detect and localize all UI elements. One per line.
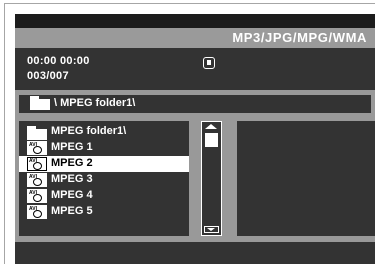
list-item-label: MPEG 5 <box>51 205 93 217</box>
mode-strip: MP3/JPG/MPG/WMA <box>15 28 375 48</box>
list-item[interactable]: AVI MPEG 3 <box>19 172 189 188</box>
mode-title: MP3/JPG/MPG/WMA <box>232 30 367 45</box>
avi-file-icon: AVI <box>27 189 47 203</box>
disc-glyph <box>33 162 42 170</box>
osd-screen: MP3/JPG/MPG/WMA 00:00 00:00 003/007 \ MP… <box>15 14 375 264</box>
avi-file-icon: AVI <box>27 141 47 155</box>
bottom-bar <box>15 242 375 264</box>
list-item[interactable]: AVI MPEG 5 <box>19 204 189 220</box>
list-item[interactable]: AVI MPEG 1 <box>19 140 189 156</box>
disc-glyph <box>33 178 42 186</box>
list-item-label: MPEG 3 <box>51 173 93 185</box>
disc-glyph <box>33 210 42 218</box>
avi-file-icon: AVI <box>27 173 47 187</box>
path-label: \ MPEG folder1\ <box>54 97 136 109</box>
list-item-selected[interactable]: AVI MPEG 2 <box>19 156 189 172</box>
list-scrollbar[interactable] <box>201 121 222 236</box>
elapsed-time: 00:00 00:00 <box>27 55 90 67</box>
folder-icon <box>30 96 50 110</box>
list-item-label: MPEG 4 <box>51 189 93 201</box>
track-counter: 003/007 <box>27 70 69 82</box>
scroll-up-arrow-icon[interactable] <box>205 124 217 129</box>
avi-file-icon: AVI <box>27 157 47 171</box>
scroll-thumb[interactable] <box>205 133 218 147</box>
file-list: MPEG folder1\ AVI MPEG 1 AVI MPEG 2 AVI … <box>19 121 189 236</box>
folder-icon <box>27 126 47 140</box>
list-item-label: MPEG 2 <box>51 157 93 169</box>
scroll-down-arrow-icon[interactable] <box>204 226 219 233</box>
avi-file-icon: AVI <box>27 205 47 219</box>
list-item-label: MPEG folder1\ <box>51 125 127 137</box>
list-item-label: MPEG 1 <box>51 141 93 153</box>
current-path: \ MPEG folder1\ <box>19 95 371 113</box>
info-band: 00:00 00:00 003/007 <box>15 48 375 90</box>
stop-icon[interactable] <box>203 57 215 69</box>
preview-panel <box>237 121 375 236</box>
top-bar <box>15 14 375 28</box>
list-item[interactable]: AVI MPEG 4 <box>19 188 189 204</box>
list-item-folder[interactable]: MPEG folder1\ <box>19 124 189 140</box>
disc-glyph <box>33 194 42 202</box>
disc-glyph <box>33 146 42 154</box>
